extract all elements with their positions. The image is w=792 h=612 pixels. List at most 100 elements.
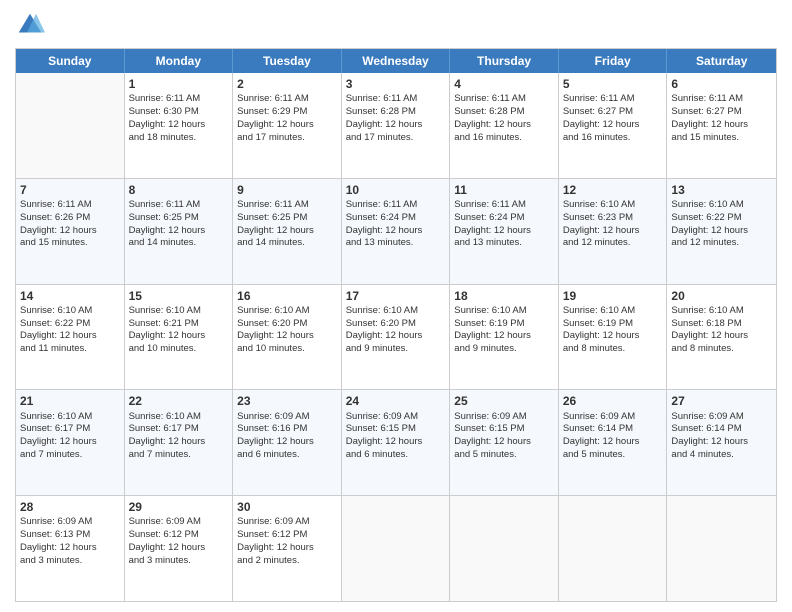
day-info-line: Daylight: 12 hours <box>563 436 663 449</box>
cal-cell <box>559 496 668 601</box>
day-info-line: Sunrise: 6:10 AM <box>129 411 229 424</box>
day-info-line: Sunrise: 6:09 AM <box>237 411 337 424</box>
cal-cell: 26Sunrise: 6:09 AMSunset: 6:14 PMDayligh… <box>559 390 668 495</box>
day-info-line: Daylight: 12 hours <box>346 436 446 449</box>
day-number: 5 <box>563 76 663 92</box>
day-number: 24 <box>346 393 446 409</box>
day-info-line: Sunset: 6:21 PM <box>129 318 229 331</box>
day-info-line: Sunrise: 6:09 AM <box>129 516 229 529</box>
day-info-line: Sunrise: 6:10 AM <box>237 305 337 318</box>
day-info-line: Sunset: 6:20 PM <box>346 318 446 331</box>
day-number: 8 <box>129 182 229 198</box>
cal-cell <box>342 496 451 601</box>
day-info-line: Sunrise: 6:10 AM <box>563 305 663 318</box>
day-info-line: Sunset: 6:15 PM <box>346 423 446 436</box>
day-info-line: Daylight: 12 hours <box>454 436 554 449</box>
day-info-line: and 16 minutes. <box>563 132 663 145</box>
day-info-line: Daylight: 12 hours <box>129 119 229 132</box>
day-info-line: and 14 minutes. <box>129 237 229 250</box>
header <box>15 10 777 40</box>
day-info-line: Sunrise: 6:09 AM <box>20 516 120 529</box>
day-info-line: and 10 minutes. <box>237 343 337 356</box>
day-info-line: Sunrise: 6:11 AM <box>454 93 554 106</box>
cal-cell: 29Sunrise: 6:09 AMSunset: 6:12 PMDayligh… <box>125 496 234 601</box>
cal-row: 1Sunrise: 6:11 AMSunset: 6:30 PMDaylight… <box>16 73 776 179</box>
cal-cell: 24Sunrise: 6:09 AMSunset: 6:15 PMDayligh… <box>342 390 451 495</box>
day-info-line: Sunrise: 6:11 AM <box>129 93 229 106</box>
cal-row: 21Sunrise: 6:10 AMSunset: 6:17 PMDayligh… <box>16 390 776 496</box>
header-cell-tuesday: Tuesday <box>233 49 342 73</box>
day-number: 26 <box>563 393 663 409</box>
cal-cell: 27Sunrise: 6:09 AMSunset: 6:14 PMDayligh… <box>667 390 776 495</box>
day-info-line: Sunrise: 6:11 AM <box>454 199 554 212</box>
day-info-line: Daylight: 12 hours <box>237 436 337 449</box>
cal-cell: 16Sunrise: 6:10 AMSunset: 6:20 PMDayligh… <box>233 285 342 390</box>
day-info-line: Daylight: 12 hours <box>563 330 663 343</box>
day-info-line: Sunrise: 6:11 AM <box>563 93 663 106</box>
day-info-line: and 9 minutes. <box>346 343 446 356</box>
cal-cell <box>16 73 125 178</box>
day-info-line: Daylight: 12 hours <box>20 542 120 555</box>
header-cell-monday: Monday <box>125 49 234 73</box>
day-info-line: and 2 minutes. <box>237 555 337 568</box>
day-info-line: Sunrise: 6:10 AM <box>671 199 772 212</box>
day-info-line: Daylight: 12 hours <box>129 330 229 343</box>
day-info-line: and 15 minutes. <box>20 237 120 250</box>
day-number: 13 <box>671 182 772 198</box>
calendar-header: SundayMondayTuesdayWednesdayThursdayFrid… <box>16 49 776 73</box>
cal-cell: 19Sunrise: 6:10 AMSunset: 6:19 PMDayligh… <box>559 285 668 390</box>
day-info-line: Daylight: 12 hours <box>129 225 229 238</box>
day-info-line: Sunset: 6:27 PM <box>671 106 772 119</box>
day-info-line: Sunset: 6:24 PM <box>454 212 554 225</box>
day-info-line: and 16 minutes. <box>454 132 554 145</box>
day-info-line: Daylight: 12 hours <box>346 330 446 343</box>
day-number: 1 <box>129 76 229 92</box>
day-number: 9 <box>237 182 337 198</box>
day-info-line: Sunrise: 6:10 AM <box>454 305 554 318</box>
cal-cell: 15Sunrise: 6:10 AMSunset: 6:21 PMDayligh… <box>125 285 234 390</box>
day-number: 11 <box>454 182 554 198</box>
calendar-body: 1Sunrise: 6:11 AMSunset: 6:30 PMDaylight… <box>16 73 776 601</box>
day-info-line: Daylight: 12 hours <box>20 330 120 343</box>
day-info-line: and 17 minutes. <box>346 132 446 145</box>
cal-cell: 25Sunrise: 6:09 AMSunset: 6:15 PMDayligh… <box>450 390 559 495</box>
day-info-line: and 5 minutes. <box>563 449 663 462</box>
day-number: 4 <box>454 76 554 92</box>
day-info-line: Sunrise: 6:11 AM <box>129 199 229 212</box>
day-info-line: Daylight: 12 hours <box>671 330 772 343</box>
day-info-line: Daylight: 12 hours <box>563 119 663 132</box>
cal-cell <box>667 496 776 601</box>
day-number: 20 <box>671 288 772 304</box>
day-info-line: Daylight: 12 hours <box>346 225 446 238</box>
day-number: 6 <box>671 76 772 92</box>
cal-cell <box>450 496 559 601</box>
day-info-line: Sunset: 6:18 PM <box>671 318 772 331</box>
day-info-line: Sunrise: 6:10 AM <box>671 305 772 318</box>
day-info-line: Sunrise: 6:09 AM <box>237 516 337 529</box>
day-info-line: and 12 minutes. <box>563 237 663 250</box>
day-info-line: Daylight: 12 hours <box>671 436 772 449</box>
cal-cell: 28Sunrise: 6:09 AMSunset: 6:13 PMDayligh… <box>16 496 125 601</box>
cal-cell: 18Sunrise: 6:10 AMSunset: 6:19 PMDayligh… <box>450 285 559 390</box>
day-info-line: Sunset: 6:22 PM <box>671 212 772 225</box>
day-info-line: Sunset: 6:27 PM <box>563 106 663 119</box>
day-info-line: Sunset: 6:25 PM <box>237 212 337 225</box>
day-info-line: and 7 minutes. <box>129 449 229 462</box>
day-info-line: and 9 minutes. <box>454 343 554 356</box>
day-info-line: and 13 minutes. <box>346 237 446 250</box>
day-info-line: Sunset: 6:14 PM <box>563 423 663 436</box>
day-info-line: and 13 minutes. <box>454 237 554 250</box>
header-cell-saturday: Saturday <box>667 49 776 73</box>
day-number: 10 <box>346 182 446 198</box>
cal-cell: 5Sunrise: 6:11 AMSunset: 6:27 PMDaylight… <box>559 73 668 178</box>
day-info-line: and 12 minutes. <box>671 237 772 250</box>
day-info-line: Sunset: 6:13 PM <box>20 529 120 542</box>
day-info-line: and 11 minutes. <box>20 343 120 356</box>
header-cell-sunday: Sunday <box>16 49 125 73</box>
day-info-line: Sunset: 6:28 PM <box>346 106 446 119</box>
day-info-line: and 8 minutes. <box>563 343 663 356</box>
cal-cell: 3Sunrise: 6:11 AMSunset: 6:28 PMDaylight… <box>342 73 451 178</box>
day-info-line: Sunrise: 6:11 AM <box>671 93 772 106</box>
cal-cell: 23Sunrise: 6:09 AMSunset: 6:16 PMDayligh… <box>233 390 342 495</box>
day-number: 17 <box>346 288 446 304</box>
